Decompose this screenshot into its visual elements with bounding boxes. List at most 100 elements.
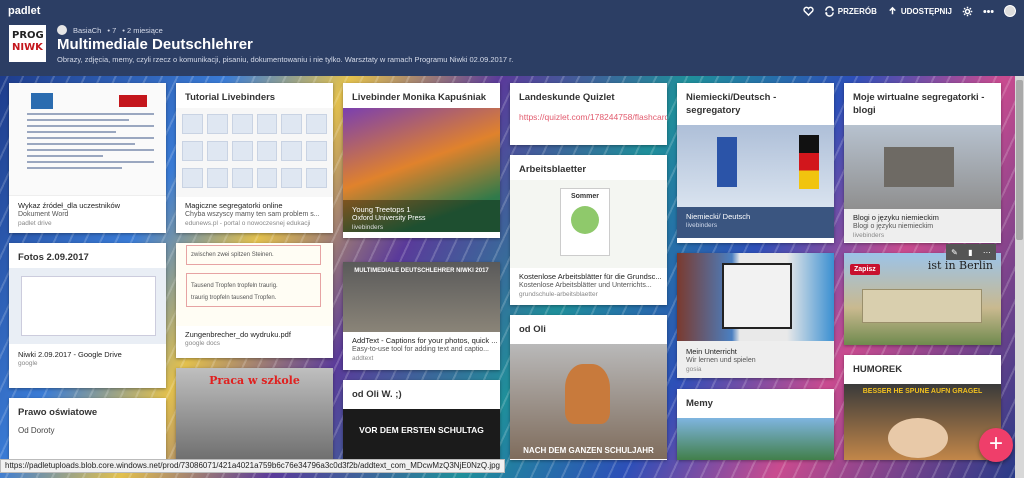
document-lines [27,113,154,173]
quizlet-link[interactable]: https://quizlet.com/178244758/flashcards [510,108,667,126]
pinterest-save-button[interactable]: Zapisz [850,264,880,275]
scrollbar-thumb[interactable] [1016,80,1023,240]
pdf-thumbnail: zwischen zwei spitzen Steinen. Tausend T… [176,243,333,326]
card-text: Od Doroty [18,426,55,435]
pdf-line-3: traurig tropfeln tausend Tropfen. [191,295,277,301]
pdf-line-1: zwischen zwei spitzen Steinen. [186,245,321,265]
image-caption: Praca w szkole [209,374,300,387]
attachment-title: Zungenbrecher_do wydruku.pdf [185,330,291,339]
card-landeskunde-quizlet[interactable]: Landeskunde Quizlet https://quizlet.com/… [510,83,667,145]
remake-button[interactable]: PRZERÓB [824,5,877,17]
worksheet-title: Sommer [570,193,599,200]
page-subtitle: Obrazy, zdjęcia, memy, czyli rzecz o kom… [57,55,514,64]
attachment-title: Young Treetops 1 [352,205,411,214]
image-praca-w-szkole: Praca w szkole [176,368,333,460]
card-tutorial-livebinders[interactable]: Tutorial Livebinders Magiczne segregator… [176,83,333,233]
face-shape [888,418,948,458]
card-praca-w-szkole[interactable]: Praca w szkole [176,368,333,460]
worksheet-thumbnail: Sommer [510,180,667,268]
post-tools: ✎ ▮ ⋯ [946,244,996,260]
card-zungenbrecher[interactable]: zwischen zwei spitzen Steinen. Tausend T… [176,243,333,358]
card-prawo-oswiatowe[interactable]: Prawo oświatowe Od Doroty [9,398,166,460]
vertical-scrollbar[interactable] [1015,76,1024,478]
attachment-subtitle: Wir lernen und spielen [686,357,756,364]
attachment-title: Wykaz źródeł_dla uczestników [18,201,121,210]
card-title: od Oli [519,324,546,335]
more-dots-icon [983,9,994,13]
card-od-oli[interactable]: od Oli NACH DEM GANZEN SCHULJAHR [510,315,667,460]
attachment-subtitle: Blogi o języku niemieckim [853,223,934,230]
card-livebinder-monika[interactable]: Livebinder Monika Kapuśniak Young Treeto… [343,83,500,238]
share-label: UDOSTĘPNIJ [900,6,952,16]
attachment-subtitle: Easy-to-use tool for adding text and cap… [352,346,489,353]
attachment-source: addtext [352,355,374,362]
card-moje-segregatorki[interactable]: Moje wirtualne segregatorki - blogi Blog… [844,83,1001,243]
attachment-subtitle: Chyba wszyscy mamy ten sam problem s... [185,211,320,218]
delete-icon[interactable]: ▮ [968,248,972,257]
meme-caption: NACH DEM GANZEN SCHULJAHR [523,446,654,455]
more-button[interactable] [983,6,994,17]
share-icon [889,6,896,14]
page-title: Multimediale Deutschlehrer [57,36,253,53]
card-fotos[interactable]: Fotos 2.09.2017 Niwki 2.09.2017 - Google… [9,243,166,388]
add-post-button[interactable]: + [979,428,1013,462]
card-addtext[interactable]: MULTIMEDIALE DEUTSCHLEHRER NIWKI 2017 Ad… [343,262,500,370]
top-bar: padlet PRZERÓB UDOSTĘPNIJ [0,0,1024,22]
program-niwki-logo: PROG NIWK [9,25,46,62]
card-od-oli-w[interactable]: od Oli W. ;) VOR DEM ERSTEN SCHULTAG [343,380,500,460]
card-niemiecki-segregatory[interactable]: Niemiecki/Deutsch - segregatory Niemieck… [677,83,834,243]
author-name[interactable]: BasiaCh [73,26,101,35]
meme-thumbnail: VOR DEM ERSTEN SCHULTAG [343,409,500,459]
document-thumbnail [9,83,166,196]
card-mein-unterricht[interactable]: Mein Unterricht Wir lernen und spielen g… [677,253,834,378]
attachment-title: Niwki 2.09.2017 - Google Drive [18,350,122,359]
edit-icon[interactable]: ✎ [951,248,958,257]
author-meta: BasiaCh • 7 • 2 miesiące [57,25,163,35]
card-wykaz-zrodel[interactable]: Wykaz źródeł_dla uczestników Dokument Wo… [9,83,166,233]
more-icon[interactable]: ⋯ [983,248,991,257]
worksheet-page: Sommer [560,188,610,256]
app-brand[interactable]: padlet [8,5,40,17]
attachment-subtitle: Dokument Word [18,211,69,218]
settings-button[interactable] [962,6,973,17]
image-caption: ist in Berlin [927,259,993,272]
attachment-title: Niemiecki/ Deutsch [686,212,751,221]
building-shape [862,289,982,323]
remake-icon [824,5,834,17]
attachment-title: Blogi o języku niemieckim [853,213,939,222]
attachment-title: Kostenlose Arbeitsblätter für die Grunds… [519,272,662,281]
meme-caption: BESSER HE SPUNE AUFN GRAGEL [862,388,983,395]
like-button[interactable] [803,6,814,17]
attachment-info: Wykaz źródeł_dla uczestników Dokument Wo… [9,196,166,228]
share-button[interactable]: UDOSTĘPNIJ [887,6,952,17]
gear-icon [962,6,973,16]
attachment-title: Mein Unterricht [686,347,737,356]
attachment-source: livebinders [686,222,718,229]
browser-preview [21,276,156,336]
card-title: Prawo oświatowe [18,407,98,418]
card-title: Tutorial Livebinders [185,92,276,103]
user-avatar[interactable] [1004,5,1016,17]
card-title: Niemiecki/Deutsch - segregatory [686,92,777,116]
meme-caption: VOR DEM ERSTEN SCHULTAG [359,425,484,435]
likes-count: • 7 [107,25,117,35]
card-humorek[interactable]: HUMOREK BESSER HE SPUNE AUFN GRAGEL [844,355,1001,460]
photo-frame [722,263,792,329]
attachment-source: padlet drive [18,220,52,227]
attachment-source: google [18,360,38,367]
pdf-box: Tausend Tropfen tropfeln traurig. trauri… [186,273,321,307]
author-avatar[interactable] [57,25,67,35]
fox-meme-thumbnail: NACH DEM GANZEN SCHULJAHR [510,344,667,459]
worksheet-illustration [571,206,599,234]
card-title: Livebinder Monika Kapuśniak [352,92,487,103]
attachment-info: Niemiecki/ Deutsch livebinders [677,207,834,238]
livebinders-thumbnail [176,108,333,197]
memy-thumbnail [677,418,834,460]
humor-thumbnail: BESSER HE SPUNE AUFN GRAGEL [844,384,1001,460]
card-memy[interactable]: Memy [677,389,834,460]
top-actions: PRZERÓB UDOSTĘPNIJ [803,5,1016,17]
school-logo [31,93,53,109]
attachment-info: Blogi o języku niemieckim Blogi o języku… [844,209,1001,242]
card-arbeitsblaetter[interactable]: Arbeitsblaetter Sommer Kostenlose Arbeit… [510,155,667,305]
attachment-subtitle: Kostenlose Arbeitsblätter und Unterricht… [519,282,652,289]
